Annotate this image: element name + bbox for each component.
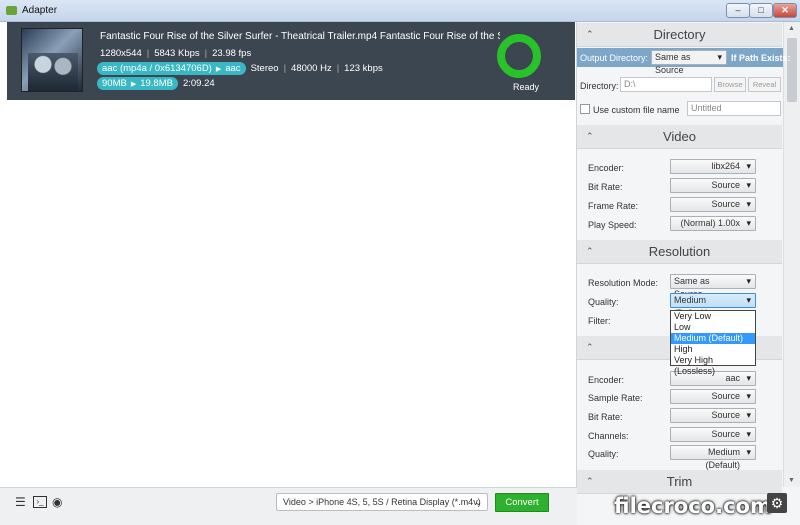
browse-button[interactable]: Browse: [714, 77, 746, 92]
trim-section-header[interactable]: ⌃ Trim: [577, 470, 782, 494]
audio-quality-select[interactable]: Medium (Default): [670, 445, 756, 470]
quality-option-selected[interactable]: Medium (Default): [671, 333, 755, 344]
settings-scrollbar[interactable]: ▲ ▼: [783, 22, 800, 487]
frame-rate-select[interactable]: Source: [670, 197, 756, 212]
gear-icon[interactable]: ⚙: [767, 493, 787, 513]
video-bitrate: 5843 Kbps: [154, 48, 200, 59]
arrow-right-icon: ▶: [130, 81, 137, 88]
directory-section-header[interactable]: ⌃ Directory: [577, 23, 782, 47]
resolution-section-title: Resolution: [648, 244, 711, 259]
directory-label: Directory:: [580, 81, 619, 91]
sample-rate-select[interactable]: Source: [670, 389, 756, 404]
play-speed-label: Play Speed:: [588, 220, 637, 230]
scroll-down-icon[interactable]: ▼: [788, 477, 795, 484]
video-fps: 23.98 fps: [212, 48, 252, 59]
audio-rate: 48000 Hz: [291, 63, 332, 74]
frame-rate-label: Frame Rate:: [588, 201, 639, 211]
quality-option[interactable]: Very Low: [671, 311, 755, 322]
quality-dropdown-list: Very Low Low Medium (Default) High Very …: [670, 310, 756, 376]
file-row[interactable]: Fantastic Four Rise of the Silver Surfer…: [7, 22, 575, 100]
arrow-right-icon: ▶: [215, 66, 222, 73]
chevron-up-icon: ⌃: [586, 342, 594, 352]
video-info: 1280x544 | 5843 Kbps | 23.98 fps: [100, 48, 252, 59]
duration: 2:09.24: [182, 78, 215, 89]
quality-option[interactable]: Low: [671, 322, 755, 333]
custom-name-checkbox[interactable]: [580, 104, 590, 114]
video-bitrate-label: Bit Rate:: [588, 182, 623, 192]
size-info: 90MB ▶ 19.8MB 2:09.24: [97, 77, 215, 90]
resolution-section-header[interactable]: ⌃ Resolution: [577, 240, 782, 264]
preset-select[interactable]: Video > iPhone 4S, 5, 5S / Retina Displa…: [276, 493, 488, 511]
scroll-up-icon[interactable]: ▲: [788, 25, 795, 32]
close-button[interactable]: ✕: [773, 3, 797, 18]
file-list-area: Fantastic Four Rise of the Silver Surfer…: [0, 22, 577, 487]
video-bitrate-select[interactable]: Source: [670, 178, 756, 193]
preset-value: Video > iPhone 4S, 5, 5S / Retina Displa…: [283, 497, 481, 507]
eye-icon[interactable]: ◉: [52, 496, 66, 508]
output-directory-label: Output Directory:: [580, 53, 649, 63]
minimize-button[interactable]: –: [726, 3, 750, 18]
resolution-quality-label: Quality:: [588, 297, 619, 307]
size-source: 90MB: [102, 78, 127, 89]
title-bar: Adapter – □ ✕: [0, 0, 800, 22]
audio-bitrate-label: Bit Rate:: [588, 412, 623, 422]
scrollbar-thumb[interactable]: [787, 38, 797, 102]
watermark: filecroco.com: [614, 494, 772, 518]
channels-label: Channels:: [588, 431, 629, 441]
audio-info: aac (mp4a / 0x6134706D) ▶ aac Stereo | 48000…: [97, 62, 383, 75]
menu-icon[interactable]: ☰: [15, 496, 29, 508]
audio-target: aac: [225, 63, 241, 74]
video-section-header[interactable]: ⌃ Video: [577, 125, 782, 149]
app-icon: [6, 6, 17, 15]
sample-rate-label: Sample Rate:: [588, 393, 643, 403]
channels-select[interactable]: Source: [670, 427, 756, 442]
terminal-icon[interactable]: ›_: [33, 496, 47, 508]
directory-section-title: Directory: [653, 27, 706, 42]
status-ring-icon: [497, 34, 541, 78]
if-path-exists-label: If Path Exists:: [731, 53, 791, 63]
video-section-title: Video: [662, 129, 696, 144]
output-directory-select[interactable]: Same as Source: [651, 50, 727, 75]
status-text: Ready: [513, 82, 540, 92]
quality-option[interactable]: Very High (Lossless): [671, 355, 755, 376]
reveal-button[interactable]: Reveal: [748, 77, 781, 92]
trim-section-title: Trim: [666, 474, 693, 489]
maximize-button[interactable]: □: [749, 3, 773, 18]
video-encoder-label: Encoder:: [588, 163, 625, 173]
audio-quality-label: Quality:: [588, 449, 619, 459]
audio-bitrate-select[interactable]: Source: [670, 408, 756, 423]
audio-source: aac (mp4a / 0x6134706D): [102, 63, 212, 74]
custom-name-input[interactable]: Untitled: [687, 101, 781, 116]
quality-option[interactable]: High: [671, 344, 755, 355]
audio-bitrate: 123 kbps: [344, 63, 383, 74]
size-target: 19.8MB: [140, 78, 173, 89]
video-resolution: 1280x544: [100, 48, 142, 59]
directory-input[interactable]: D:\: [620, 77, 712, 92]
filter-label: Filter:: [588, 316, 611, 326]
audio-channels: Stereo: [250, 63, 279, 74]
resolution-mode-label: Resolution Mode:: [588, 278, 659, 288]
audio-encoder-label: Encoder:: [588, 375, 625, 385]
convert-button[interactable]: Convert: [495, 493, 549, 512]
file-name: Fantastic Four Rise of the Silver Surfer…: [100, 31, 500, 42]
window-title: Adapter: [22, 5, 58, 16]
play-speed-select[interactable]: (Normal) 1.00x: [670, 216, 756, 231]
chevron-down-icon: ⌄: [474, 497, 482, 507]
video-thumbnail: [21, 28, 83, 92]
custom-name-label: Use custom file name: [593, 105, 680, 115]
video-encoder-select[interactable]: libx264: [670, 159, 756, 174]
audio-codec-badge: aac (mp4a / 0x6134706D) ▶ aac: [97, 62, 246, 75]
resolution-mode-select[interactable]: Same as Source: [670, 274, 756, 299]
size-badge: 90MB ▶ 19.8MB: [97, 77, 178, 90]
resolution-quality-select[interactable]: Medium (Default): [670, 293, 756, 318]
